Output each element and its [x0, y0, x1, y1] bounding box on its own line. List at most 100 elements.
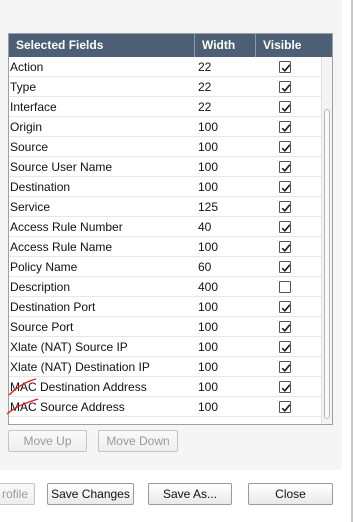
check-icon	[281, 244, 291, 253]
save-changes-button[interactable]: Save Changes	[47, 483, 134, 505]
visible-checkbox[interactable]	[279, 341, 291, 353]
visible-cell	[256, 117, 318, 137]
table-row[interactable]: Xlate (NAT) Destination IP 100	[9, 357, 321, 377]
visible-checkbox[interactable]	[279, 221, 291, 233]
width-cell[interactable]: 100	[198, 317, 254, 337]
width-cell[interactable]: 100	[198, 177, 254, 197]
check-icon	[281, 144, 291, 153]
table-row[interactable]: Description 400	[9, 277, 321, 297]
width-cell[interactable]: 100	[198, 297, 254, 317]
profile-button[interactable]: rofile	[0, 483, 35, 505]
visible-checkbox[interactable]	[279, 281, 291, 293]
visible-cell	[256, 217, 318, 237]
visible-checkbox[interactable]	[279, 381, 291, 393]
visible-cell	[256, 237, 318, 257]
table-row[interactable]: MAC Source Address 100	[9, 397, 321, 417]
visible-checkbox[interactable]	[279, 61, 291, 73]
width-cell[interactable]: 100	[198, 397, 254, 417]
field-name-cell: MAC Source Address	[10, 400, 125, 414]
width-cell[interactable]: 100	[198, 357, 254, 377]
width-cell[interactable]: 100	[198, 137, 254, 157]
width-cell[interactable]: 100	[198, 377, 254, 397]
visible-cell	[256, 57, 318, 77]
visible-cell	[256, 277, 318, 297]
table-row[interactable]: Source Port 100	[9, 317, 321, 337]
width-cell[interactable]: 22	[198, 77, 254, 97]
field-name-cell: Type	[10, 80, 37, 94]
check-icon	[281, 264, 291, 273]
field-name-cell: Access Rule Name	[10, 240, 113, 254]
visible-checkbox[interactable]	[279, 261, 291, 273]
visible-checkbox[interactable]	[279, 401, 291, 413]
visible-cell	[256, 197, 318, 217]
table-row[interactable]: Access Rule Name 100	[9, 237, 321, 257]
field-name-cell: Destination Port	[10, 300, 96, 314]
visible-checkbox[interactable]	[279, 101, 291, 113]
visible-checkbox[interactable]	[279, 181, 291, 193]
check-icon	[281, 84, 291, 93]
visible-checkbox[interactable]	[279, 321, 291, 333]
field-name-cell: Destination	[10, 180, 71, 194]
table-row[interactable]: Access Rule Number 40	[9, 217, 321, 237]
field-settings-panel: Selected Fields Width Visible Action 22 Ty…	[0, 0, 342, 470]
field-name-cell: Source User Name	[10, 160, 113, 174]
table-row[interactable]: Action 22	[9, 57, 321, 77]
width-cell[interactable]: 40	[198, 217, 254, 237]
visible-checkbox[interactable]	[279, 141, 291, 153]
table-row[interactable]: Source User Name 100	[9, 157, 321, 177]
check-icon	[281, 324, 291, 333]
header-selected-fields[interactable]: Selected Fields	[9, 34, 195, 57]
width-cell[interactable]: 100	[198, 117, 254, 137]
visible-checkbox[interactable]	[279, 201, 291, 213]
close-button[interactable]: Close	[248, 483, 333, 505]
check-icon	[281, 344, 291, 353]
width-cell[interactable]: 100	[198, 237, 254, 257]
visible-checkbox[interactable]	[279, 361, 291, 373]
field-name-cell: Access Rule Number	[10, 220, 123, 234]
visible-cell	[256, 357, 318, 377]
visible-checkbox[interactable]	[279, 121, 291, 133]
table-row[interactable]: Policy Name 60	[9, 257, 321, 277]
field-name-cell: Description	[10, 280, 71, 294]
width-cell[interactable]: 60	[198, 257, 254, 277]
width-cell[interactable]: 400	[198, 277, 254, 297]
visible-checkbox[interactable]	[279, 241, 291, 253]
field-name-cell: Source	[10, 140, 49, 154]
visible-checkbox[interactable]	[279, 301, 291, 313]
width-cell[interactable]: 100	[198, 157, 254, 177]
table-row[interactable]: Interface 22	[9, 97, 321, 117]
selected-fields-table: Selected Fields Width Visible Action 22 Ty…	[8, 33, 333, 425]
scrollbar-thumb[interactable]	[324, 109, 330, 419]
visible-cell	[256, 97, 318, 117]
header-visible[interactable]: Visible	[256, 34, 318, 57]
table-row[interactable]: Xlate (NAT) Source IP 100	[9, 337, 321, 357]
width-cell[interactable]: 125	[198, 197, 254, 217]
table-row[interactable]: Origin 100	[9, 117, 321, 137]
table-row[interactable]: Source 100	[9, 137, 321, 157]
field-name-cell: Action	[10, 60, 44, 74]
move-up-button[interactable]: Move Up	[8, 430, 87, 452]
visible-cell	[256, 257, 318, 277]
table-row[interactable]: Service 125	[9, 197, 321, 217]
move-down-button[interactable]: Move Down	[98, 430, 178, 452]
width-cell[interactable]: 22	[198, 97, 254, 117]
table-row[interactable]: MAC Destination Address 100	[9, 377, 321, 397]
table-body: Action 22 Type 22 Interface 22 Origin 100 Source…	[9, 57, 321, 417]
check-icon	[281, 164, 291, 173]
vertical-scrollbar[interactable]	[321, 57, 332, 424]
visible-cell	[256, 317, 318, 337]
header-width[interactable]: Width	[195, 34, 256, 57]
table-row[interactable]: Type 22	[9, 77, 321, 97]
visible-checkbox[interactable]	[279, 81, 291, 93]
save-as-button[interactable]: Save As...	[148, 483, 232, 505]
visible-cell	[256, 137, 318, 157]
width-cell[interactable]: 22	[198, 57, 254, 77]
table-row[interactable]: Destination 100	[9, 177, 321, 197]
field-name-cell: Source Port	[10, 320, 74, 334]
visible-cell	[256, 297, 318, 317]
check-icon	[281, 104, 291, 113]
table-row[interactable]: Destination Port 100	[9, 297, 321, 317]
visible-checkbox[interactable]	[279, 161, 291, 173]
width-cell[interactable]: 100	[198, 337, 254, 357]
field-name-cell: Service	[10, 200, 51, 214]
